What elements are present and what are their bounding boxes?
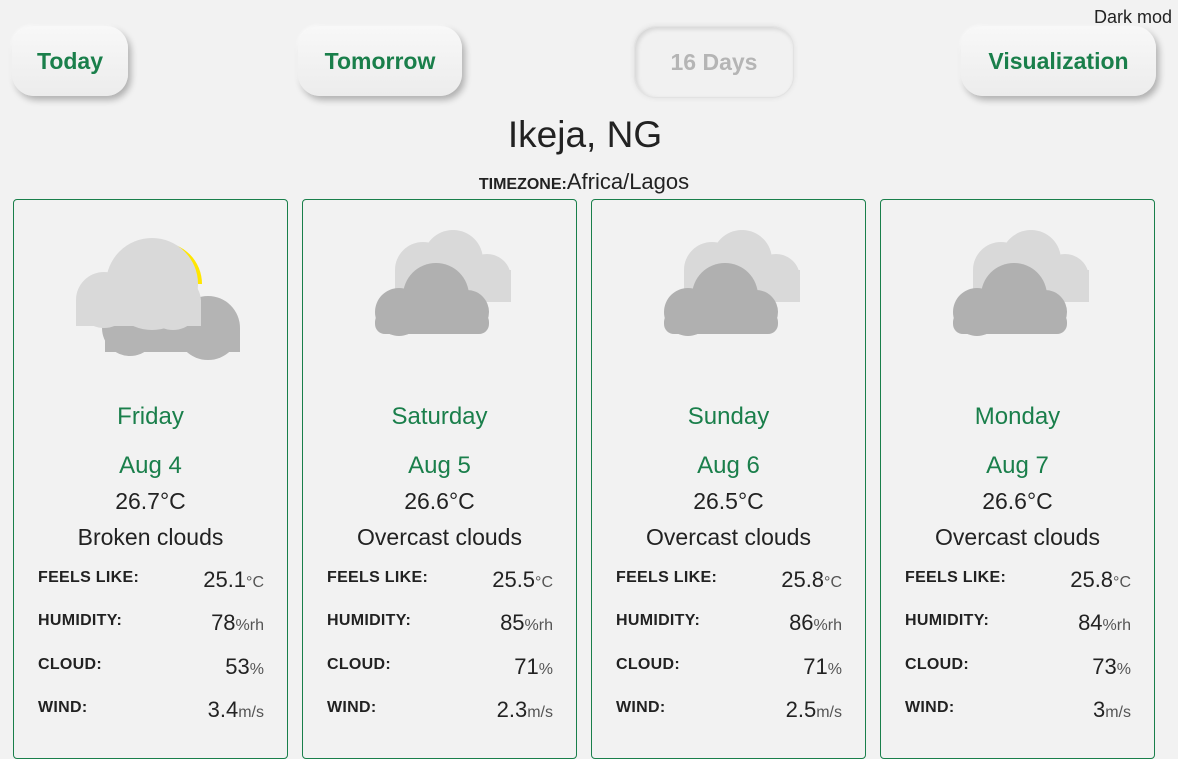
timezone-value: Africa/Lagos — [566, 169, 690, 194]
feels-like-value: 25.1°C — [203, 567, 264, 592]
day-date: Aug 4 — [119, 452, 182, 479]
forecast-card: Saturday Aug 5 26.6°C Overcast clouds FE… — [302, 199, 577, 759]
day-date: Aug 6 — [697, 452, 760, 479]
cloud-row: CLOUD: 53% — [38, 654, 264, 680]
timezone: TIMEZONE:Africa/Lagos — [0, 169, 1168, 195]
wind-row: WIND: 3.4m/s — [38, 697, 264, 723]
wind-label: WIND: — [327, 699, 377, 716]
dark-mode-toggle[interactable]: Dark mod — [1094, 7, 1172, 28]
humidity-value: 78%rh — [211, 610, 264, 635]
wind-value: 3m/s — [1092, 697, 1131, 722]
cloud-value: 71% — [514, 654, 553, 679]
overcast-clouds-icon — [953, 230, 1089, 336]
day-date: Aug 5 — [408, 452, 471, 479]
timezone-label: TIMEZONE: — [478, 176, 567, 193]
visualization-button[interactable]: Visualization — [961, 26, 1156, 96]
today-button[interactable]: Today — [12, 26, 128, 96]
cloud-label: CLOUD: — [616, 656, 681, 673]
feels-like-label: FEELS LIKE: — [616, 569, 718, 586]
wind-label: WIND: — [905, 699, 955, 716]
humidity-row: HUMIDITY: 78%rh — [38, 610, 264, 636]
day-name: Sunday — [687, 403, 770, 430]
cloud-value: 71% — [803, 654, 842, 679]
feels-like-label: FEELS LIKE: — [905, 569, 1007, 586]
cloud-row: CLOUD: 71% — [327, 654, 553, 680]
overcast-clouds-icon — [664, 230, 800, 336]
feels-like-value: 25.8°C — [781, 567, 842, 592]
feels-like-label: FEELS LIKE: — [327, 569, 429, 586]
day-temperature: 26.6°C — [982, 488, 1053, 514]
day-description: Overcast clouds — [646, 524, 811, 550]
day-name: Monday — [974, 403, 1061, 430]
humidity-value: 85%rh — [500, 610, 553, 635]
wind-label: WIND: — [38, 699, 88, 716]
day-date: Aug 7 — [986, 452, 1049, 479]
cloud-label: CLOUD: — [38, 656, 103, 673]
wind-row: WIND: 2.3m/s — [327, 697, 553, 723]
humidity-value: 86%rh — [789, 610, 842, 635]
feels-like-value: 25.8°C — [1070, 567, 1131, 592]
cloud-row: CLOUD: 71% — [616, 654, 842, 680]
feels-like-row: FEELS LIKE: 25.8°C — [905, 567, 1131, 593]
day-description: Broken clouds — [77, 524, 224, 550]
16-days-button[interactable]: 16 Days — [634, 26, 794, 98]
humidity-label: HUMIDITY: — [905, 612, 990, 629]
day-temperature: 26.6°C — [404, 488, 475, 514]
wind-label: WIND: — [616, 699, 666, 716]
humidity-row: HUMIDITY: 86%rh — [616, 610, 842, 636]
cloud-label: CLOUD: — [905, 656, 970, 673]
overcast-clouds-icon — [375, 230, 511, 336]
day-description: Overcast clouds — [935, 524, 1100, 550]
day-temperature: 26.5°C — [693, 488, 764, 514]
forecast-card: Friday Aug 4 26.7°C Broken clouds FEELS … — [13, 199, 288, 759]
wind-value: 2.3m/s — [496, 697, 553, 722]
humidity-value: 84%rh — [1078, 610, 1131, 635]
forecast-card: Sunday Aug 6 26.5°C Overcast clouds FEEL… — [591, 199, 866, 759]
broken-clouds-icon — [76, 238, 240, 360]
wind-row: WIND: 2.5m/s — [616, 697, 842, 723]
humidity-label: HUMIDITY: — [616, 612, 701, 629]
tomorrow-button[interactable]: Tomorrow — [298, 26, 462, 96]
cloud-label: CLOUD: — [327, 656, 392, 673]
wind-value: 3.4m/s — [207, 697, 264, 722]
feels-like-row: FEELS LIKE: 25.5°C — [327, 567, 553, 593]
cloud-value: 73% — [1092, 654, 1131, 679]
humidity-row: HUMIDITY: 84%rh — [905, 610, 1131, 636]
city-title: Ikeja, NG — [507, 114, 663, 155]
humidity-label: HUMIDITY: — [327, 612, 412, 629]
feels-like-row: FEELS LIKE: 25.8°C — [616, 567, 842, 593]
cloud-value: 53% — [225, 654, 264, 679]
feels-like-value: 25.5°C — [492, 567, 553, 592]
forecast-card: Monday Aug 7 26.6°C Overcast clouds FEEL… — [880, 199, 1155, 759]
day-name: Saturday — [391, 403, 488, 430]
wind-value: 2.5m/s — [785, 697, 842, 722]
wind-row: WIND: 3m/s — [905, 697, 1131, 723]
cloud-row: CLOUD: 73% — [905, 654, 1131, 680]
day-name: Friday — [117, 403, 184, 430]
feels-like-row: FEELS LIKE: 25.1°C — [38, 567, 264, 593]
humidity-label: HUMIDITY: — [38, 612, 123, 629]
humidity-row: HUMIDITY: 85%rh — [327, 610, 553, 636]
feels-like-label: FEELS LIKE: — [38, 569, 140, 586]
day-temperature: 26.7°C — [115, 488, 186, 514]
day-description: Overcast clouds — [357, 524, 522, 550]
